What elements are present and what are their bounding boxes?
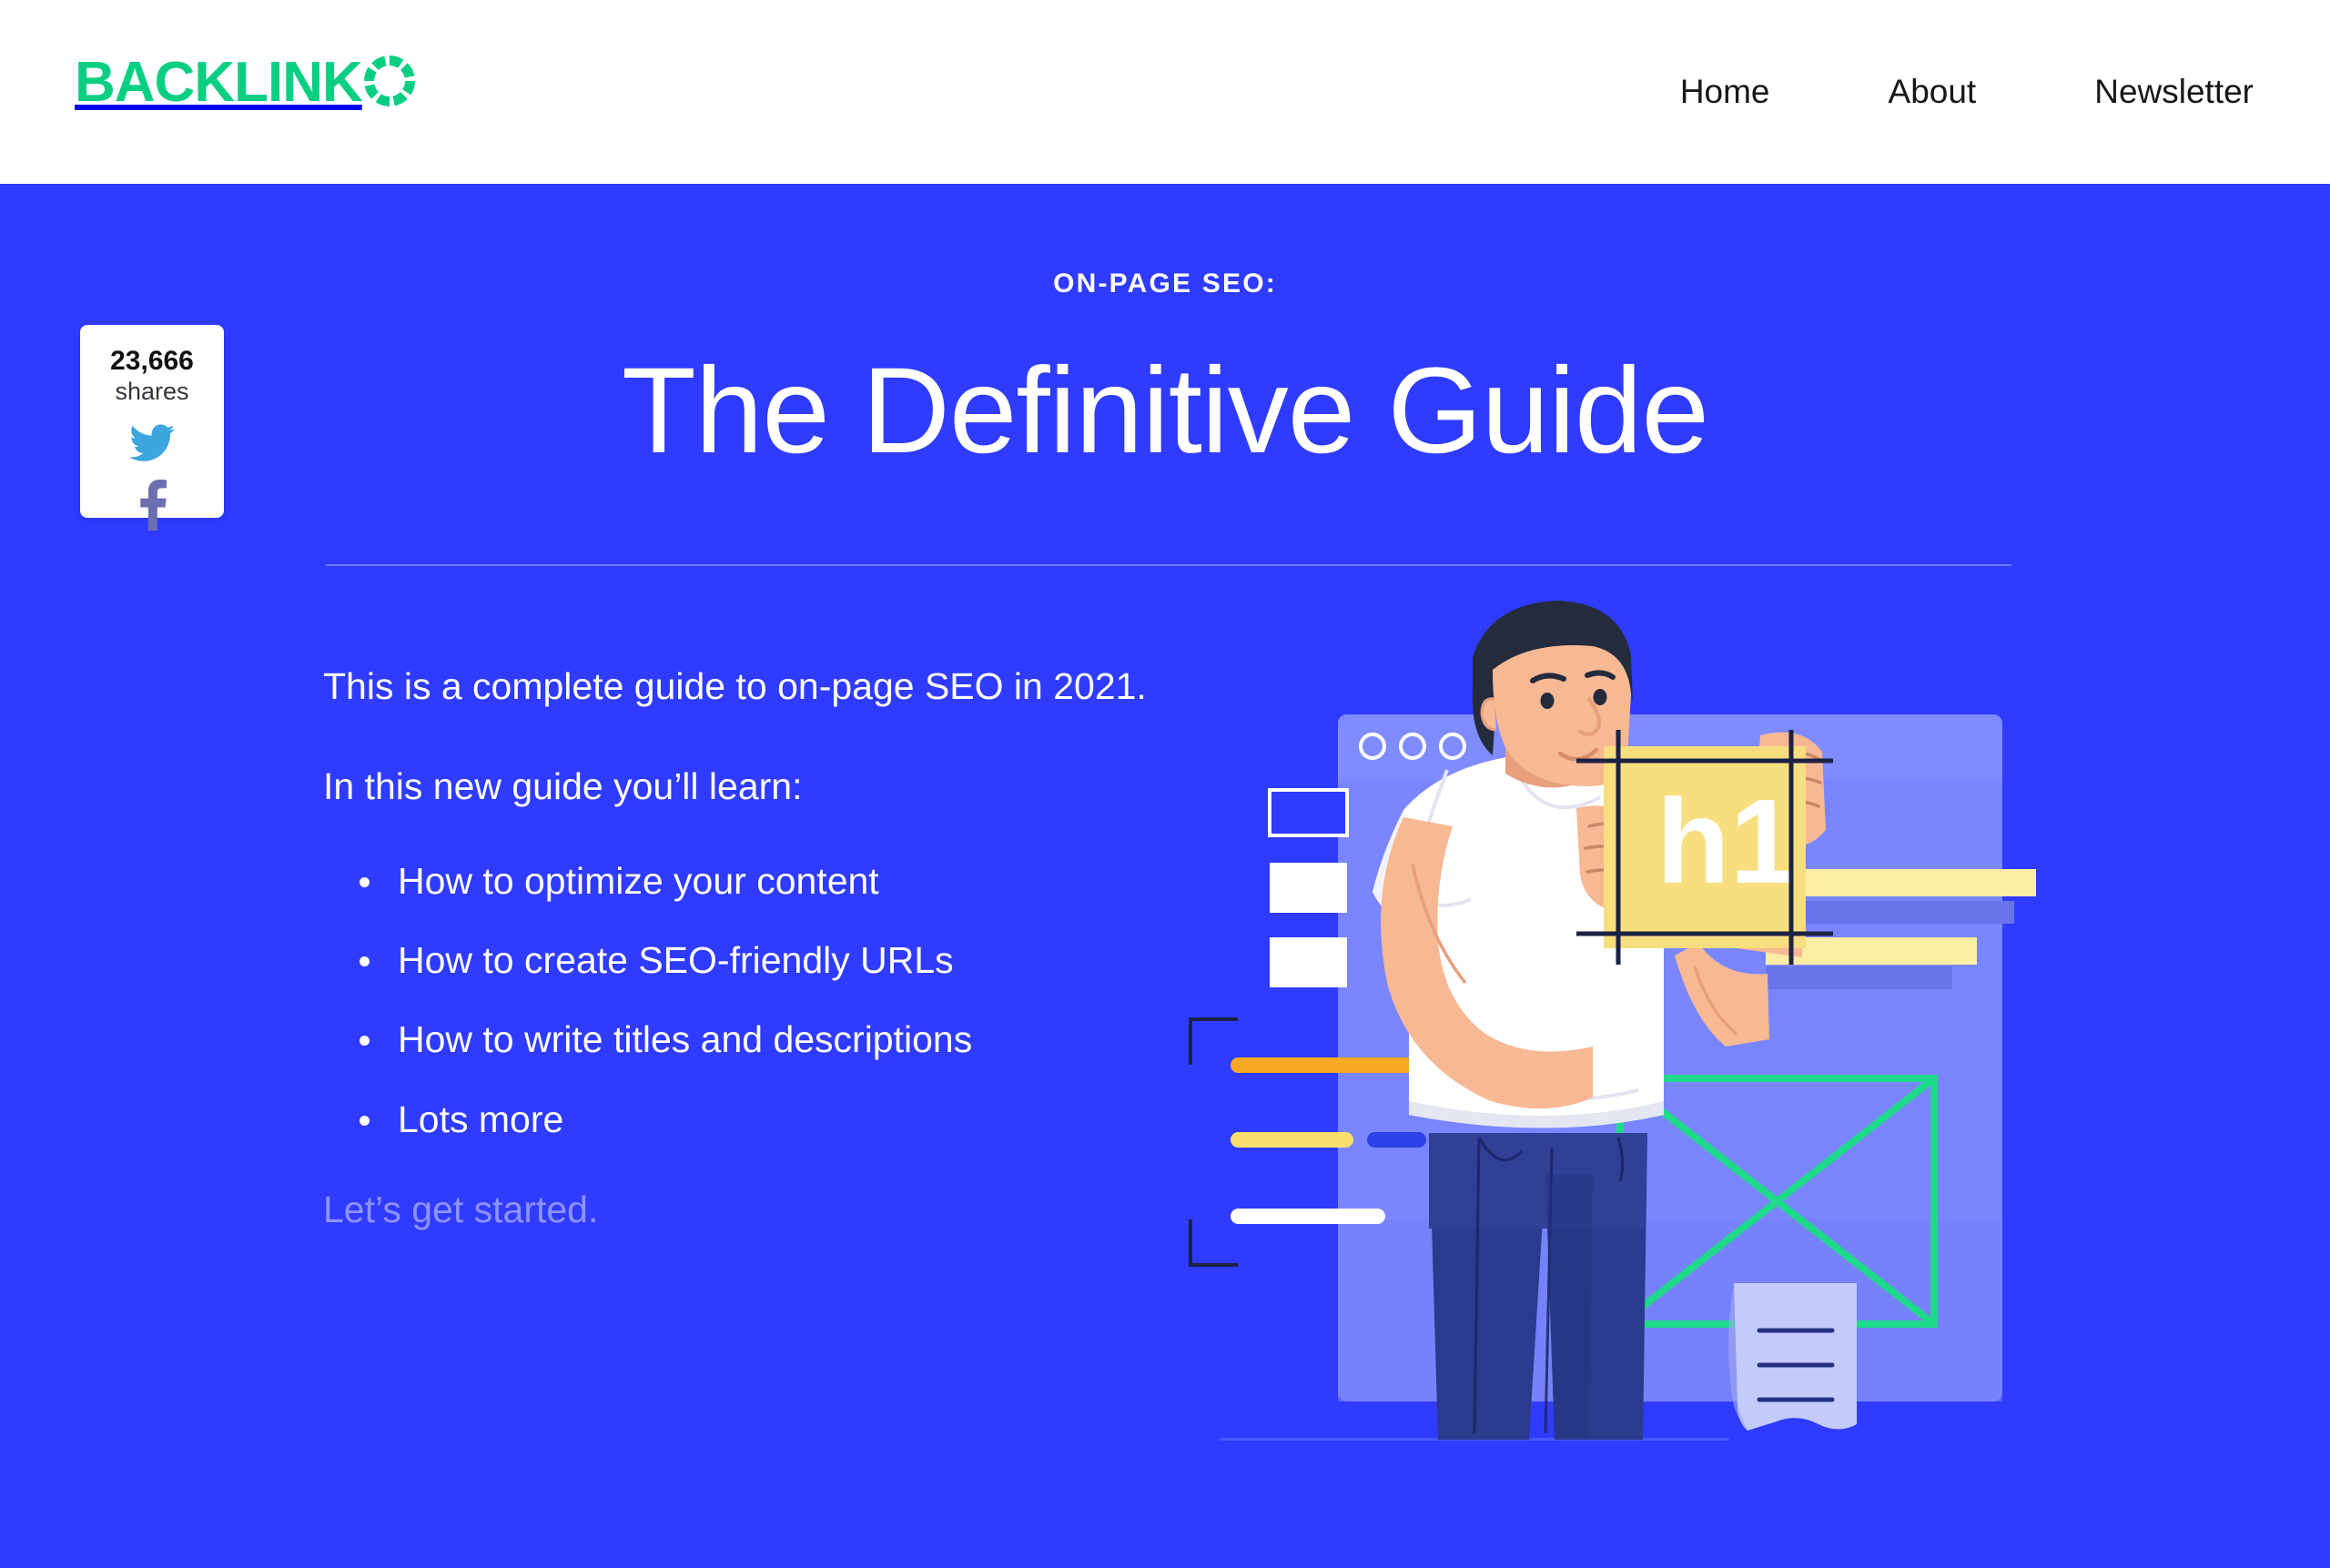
segmented-ring-icon [363, 55, 415, 111]
page-title: The Definitive Guide [621, 343, 1709, 479]
list-item: How to create SEO-friendly URLs [360, 936, 1215, 985]
site-logo[interactable]: BACKLINK [75, 55, 415, 111]
nav-item-about[interactable]: About [1889, 73, 1977, 111]
list-item: How to optimize your content [360, 856, 1215, 905]
nav-item-newsletter[interactable]: Newsletter [2094, 73, 2254, 111]
hero-intro-paragraph: This is a complete guide to on-page SEO … [323, 665, 1147, 707]
on-page-seo-hero-illustration: h1 [1165, 592, 2066, 1502]
list-item: Lots more [360, 1095, 1215, 1144]
logo-wordmark: BACKLINK [75, 51, 363, 114]
hero-copy: This is a complete guide to on-page SEO … [323, 657, 1215, 1236]
hero-divider [326, 564, 2011, 566]
facebook-share-button[interactable] [136, 479, 168, 535]
list-item: How to write titles and descriptions [360, 1015, 1215, 1064]
facebook-f-icon [136, 479, 168, 534]
site-header: BACKLINK Home About Newsletter [0, 0, 2330, 184]
h1-card-label: h1 [1656, 774, 1797, 908]
nav-item-home[interactable]: Home [1680, 73, 1770, 111]
hero-lead-in-paragraph: In this new guide you’ll learn: [323, 764, 803, 807]
hero-eyebrow: ON-PAGE SEO: [1053, 268, 1277, 298]
hero-section: 23,666 shares ON-PAGE SEO: The Definitiv… [0, 184, 2330, 1568]
main-nav: Home About Newsletter [1680, 0, 2254, 184]
hero-bullet-list: How to optimize your content How to crea… [360, 856, 1215, 1143]
hero-outro-text: Let’s get started. [323, 1188, 599, 1230]
